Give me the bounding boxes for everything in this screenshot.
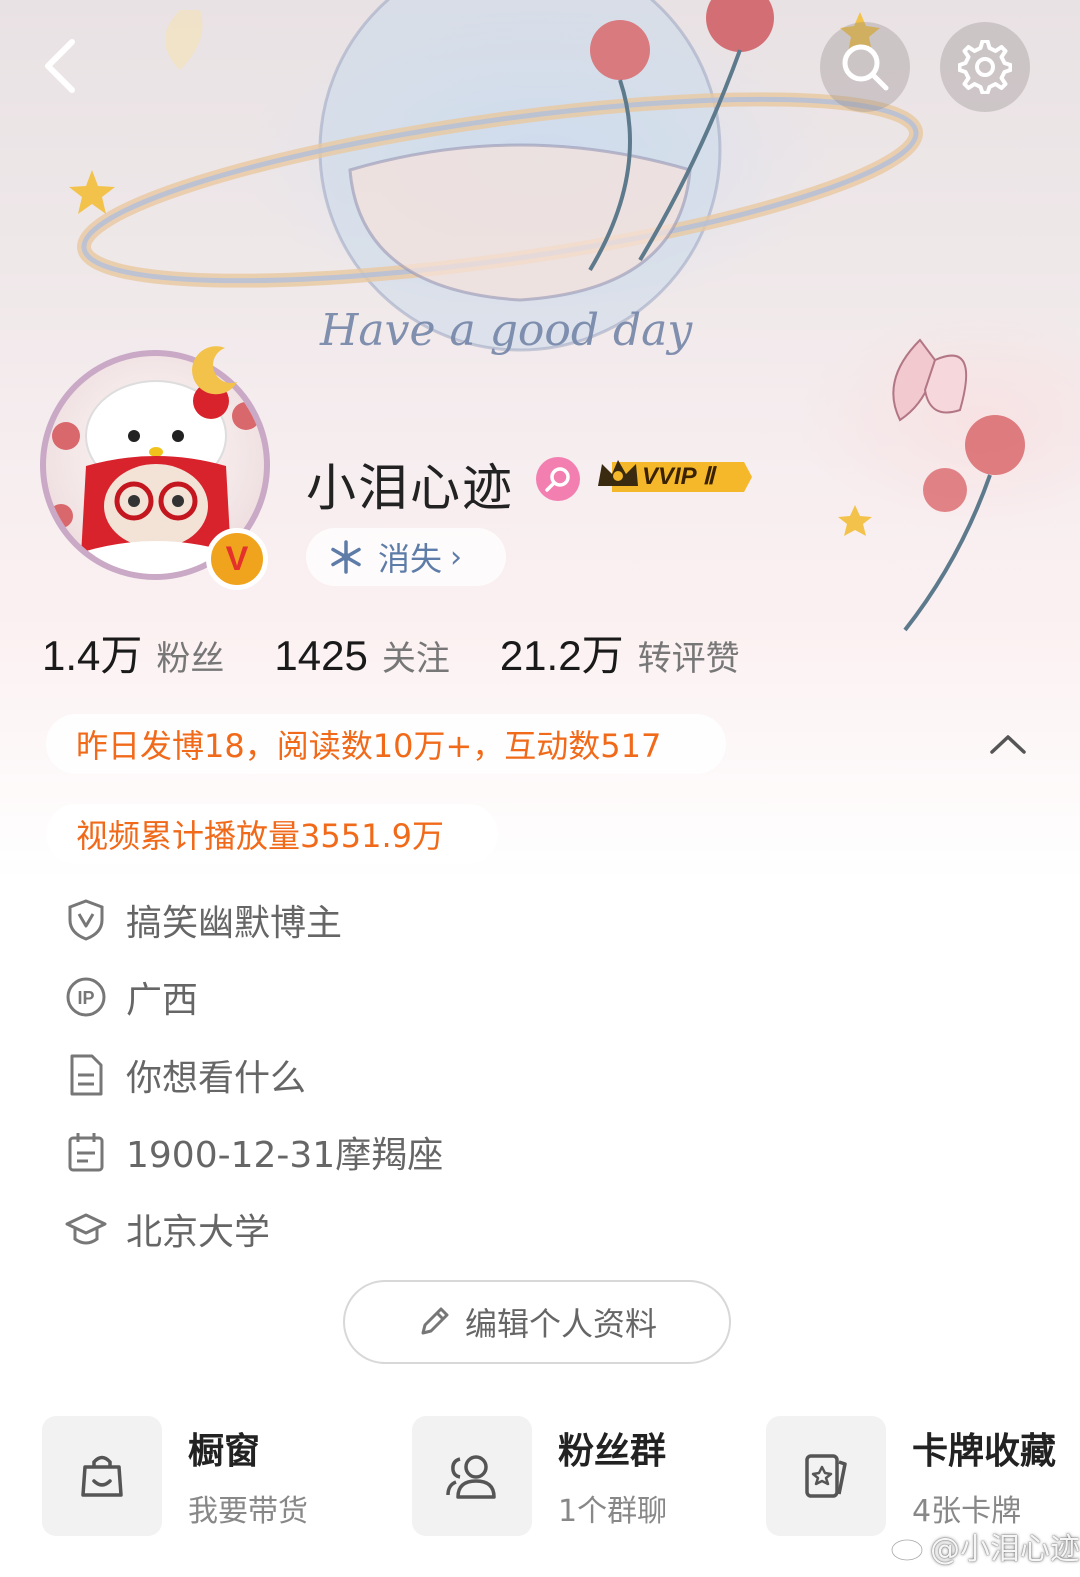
yesterday-stats-text: 昨日发博18，阅读数10万+，互动数517	[76, 727, 662, 765]
edit-profile-button[interactable]: 编辑个人资料	[343, 1280, 731, 1364]
detail-text: 搞笑幽默博主	[126, 903, 343, 944]
graduation-cap-icon	[64, 1207, 108, 1251]
chevron-up-icon	[990, 735, 1026, 754]
calendar-icon	[64, 1130, 108, 1174]
detail-bio: 你想看什么	[64, 1051, 306, 1099]
profile-stats: 1.4万 粉丝 1425 关注 21.2万 转评赞	[42, 622, 790, 683]
status-label: 消失	[378, 540, 443, 578]
stat-following[interactable]: 1425 关注	[274, 631, 449, 680]
search-button[interactable]	[820, 22, 910, 112]
shopping-bag-icon	[42, 1416, 162, 1536]
detail-verification: 搞笑幽默博主	[64, 896, 342, 944]
card-collection-icon	[766, 1416, 886, 1536]
card-subtitle: 我要带货	[188, 1494, 308, 1529]
pencil-icon	[421, 1307, 449, 1335]
stat-followers[interactable]: 1.4万 粉丝	[42, 622, 224, 683]
female-icon	[536, 457, 580, 501]
settings-button[interactable]	[940, 22, 1030, 112]
verified-badge: V	[206, 528, 268, 590]
weibo-logo-icon	[890, 1532, 928, 1562]
svg-text:IP: IP	[77, 988, 94, 1008]
stat-value: 1425	[274, 632, 368, 679]
vvip-label: VVIP Ⅱ	[642, 463, 715, 490]
detail-birthday: 1900-12-31摩羯座	[64, 1128, 443, 1176]
watermark: @小泪心迹	[890, 1524, 1080, 1568]
stat-interactions[interactable]: 21.2万 转评赞	[500, 622, 740, 683]
collapse-button[interactable]	[984, 720, 1032, 768]
snowflake-icon	[331, 540, 361, 574]
card-shop-window[interactable]: 橱窗 我要带货	[42, 1416, 308, 1536]
stat-label: 粉丝	[156, 639, 225, 679]
banner-tagline: Have a good day	[319, 305, 693, 356]
edit-profile-label: 编辑个人资料	[464, 1305, 657, 1343]
card-card-collection[interactable]: 卡牌收藏 4张卡牌	[766, 1416, 1056, 1536]
stat-value: 21.2万	[499, 632, 624, 679]
card-title: 卡牌收藏	[912, 1431, 1057, 1472]
video-plays-pill[interactable]: 视频累计播放量3551.9万	[46, 804, 498, 864]
watermark-text: @小泪心迹	[930, 1532, 1080, 1567]
stat-label: 转评赞	[637, 639, 740, 679]
detail-school: 北京大学	[64, 1205, 270, 1253]
moon-icon	[192, 346, 237, 395]
stat-value: 1.4万	[42, 632, 143, 679]
detail-text: 北京大学	[126, 1212, 271, 1253]
stat-label: 关注	[381, 639, 450, 679]
card-fan-group[interactable]: 粉丝群 1个群聊	[412, 1416, 667, 1536]
yesterday-stats-pill[interactable]: 昨日发博18，阅读数10万+，互动数517	[46, 714, 726, 774]
shield-v-icon	[64, 898, 108, 942]
chevron-right-icon: ›	[450, 539, 463, 575]
back-button[interactable]	[28, 34, 92, 98]
document-icon	[64, 1053, 108, 1097]
detail-text: 你想看什么	[126, 1058, 307, 1099]
vvip-badge[interactable]: VVIP Ⅱ	[594, 456, 752, 498]
profile-name: 小泪心迹	[306, 459, 514, 517]
detail-ip-location: IP 广西	[64, 973, 198, 1021]
ip-icon: IP	[64, 975, 108, 1019]
detail-text: 广西	[126, 980, 199, 1021]
status-pill[interactable]: 消失 ›	[306, 528, 506, 586]
search-icon	[842, 44, 889, 91]
video-plays-text: 视频累计播放量3551.9万	[76, 817, 444, 855]
group-icon	[412, 1416, 532, 1536]
chevron-left-icon	[45, 39, 75, 93]
card-subtitle: 1个群聊	[558, 1494, 668, 1529]
gear-icon	[958, 40, 1012, 94]
detail-text: 1900-12-31摩羯座	[126, 1135, 444, 1176]
card-title: 粉丝群	[558, 1431, 667, 1472]
card-title: 橱窗	[188, 1431, 261, 1472]
